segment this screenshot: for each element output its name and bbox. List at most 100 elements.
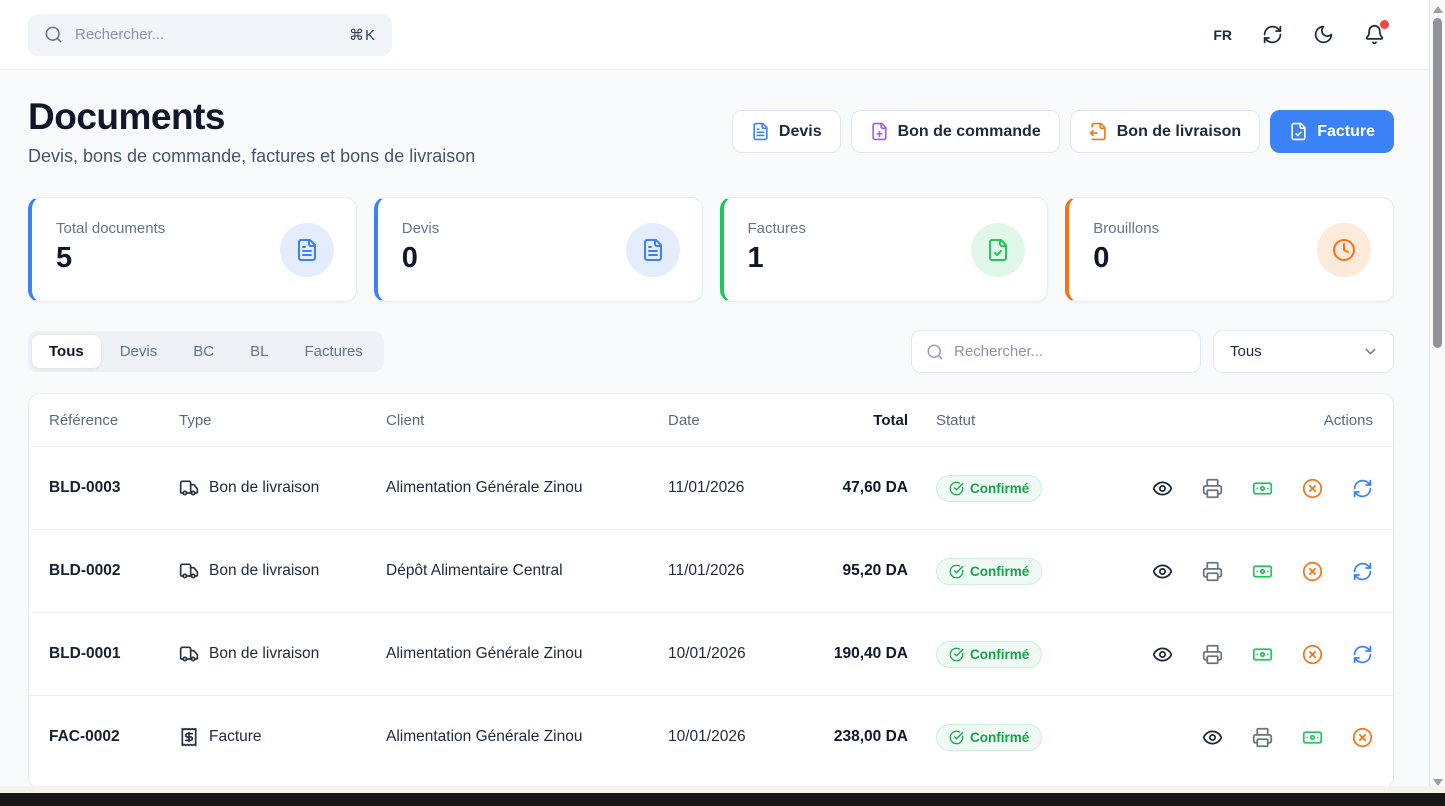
document-type-label: Facture: [209, 728, 262, 746]
col-date: Date: [668, 412, 783, 429]
tab-tous[interactable]: Tous: [32, 335, 101, 368]
print-printer-icon[interactable]: [1202, 478, 1223, 499]
facture-button-label: Facture: [1317, 123, 1375, 141]
bon-de-commande-button-label: Bon de commande: [898, 123, 1041, 141]
document-reference: BLD-0002: [49, 562, 179, 580]
documents-table: Référence Type Client Date Total Statut …: [28, 393, 1394, 789]
tab-factures[interactable]: Factures: [287, 335, 379, 368]
document-reference: BLD-0003: [49, 479, 179, 497]
payment-banknote-icon[interactable]: [1252, 478, 1273, 499]
col-client: Client: [386, 412, 668, 429]
circle-check-icon: [949, 481, 964, 496]
global-search[interactable]: ⌘K: [28, 14, 392, 56]
convert-refresh-icon[interactable]: [1352, 561, 1373, 582]
table-row: BLD-0001 Bon de livraison Alimentation G…: [29, 612, 1393, 695]
cancel-circle-x-icon[interactable]: [1302, 561, 1323, 582]
payment-banknote-icon[interactable]: [1252, 644, 1273, 665]
page-content: Documents Devis, bons de commande, factu…: [0, 70, 1445, 789]
page-title: Documents: [28, 96, 475, 138]
table-row: FAC-0002 Facture Alimentation Générale Z…: [29, 695, 1393, 778]
search-icon: [44, 25, 63, 44]
document-total: 190,40 DA: [783, 645, 908, 663]
payment-banknote-icon[interactable]: [1252, 561, 1273, 582]
document-type-label: Bon de livraison: [209, 562, 319, 580]
status-badge: Confirmé: [936, 724, 1042, 751]
status-filter-select[interactable]: Tous: [1213, 330, 1394, 373]
file-check-icon: [971, 223, 1025, 277]
print-printer-icon[interactable]: [1252, 727, 1273, 748]
table-row: BLD-0003 Bon de livraison Alimentation G…: [29, 446, 1393, 529]
shortcut-hint: ⌘K: [349, 26, 376, 44]
bon-de-livraison-button[interactable]: Bon de livraison: [1070, 110, 1260, 153]
document-total: 238,00 DA: [783, 728, 908, 746]
view-eye-icon[interactable]: [1202, 727, 1223, 748]
view-eye-icon[interactable]: [1152, 561, 1173, 582]
language-switcher[interactable]: FR: [1213, 27, 1232, 43]
bon-de-commande-button[interactable]: Bon de commande: [851, 110, 1060, 153]
notification-dot: [1380, 20, 1389, 29]
file-text-icon: [280, 223, 334, 277]
devis-button[interactable]: Devis: [732, 110, 841, 153]
file-plus-icon: [870, 122, 889, 141]
table-search-input[interactable]: [954, 343, 1186, 360]
document-total: 47,60 DA: [783, 479, 908, 497]
topbar: ⌘K FR: [0, 0, 1445, 70]
header-actions: Devis Bon de commande Bon de livraison F…: [732, 110, 1394, 153]
tab-bc[interactable]: BC: [176, 335, 231, 368]
table-header-row: Référence Type Client Date Total Statut …: [29, 394, 1393, 446]
status-badge-label: Confirmé: [970, 481, 1029, 496]
document-date: 11/01/2026: [668, 562, 783, 580]
col-type: Type: [179, 412, 386, 429]
view-eye-icon[interactable]: [1152, 478, 1173, 499]
stat-card-brouillons: Brouillons 0: [1065, 197, 1394, 302]
document-type-label: Bon de livraison: [209, 645, 319, 663]
document-date: 11/01/2026: [668, 479, 783, 497]
document-reference: BLD-0001: [49, 645, 179, 663]
scrollbar-up-arrow-icon[interactable]: [1433, 6, 1443, 13]
circle-check-icon: [949, 730, 964, 745]
bottom-strip: [0, 786, 1445, 793]
global-search-input[interactable]: [75, 26, 337, 43]
cancel-circle-x-icon[interactable]: [1302, 644, 1323, 665]
file-text-icon: [626, 223, 680, 277]
cancel-circle-x-icon[interactable]: [1302, 478, 1323, 499]
clock-icon: [1317, 223, 1371, 277]
client-name: Alimentation Générale Zinou: [386, 728, 668, 746]
devis-button-label: Devis: [779, 123, 822, 141]
refresh-icon[interactable]: [1262, 24, 1283, 45]
convert-refresh-icon[interactable]: [1352, 644, 1373, 665]
chevron-down-icon: [1362, 343, 1379, 360]
view-eye-icon[interactable]: [1152, 644, 1173, 665]
file-output-icon: [1089, 122, 1108, 141]
scrollbar-down-arrow-icon[interactable]: [1433, 779, 1443, 786]
notifications-bell-icon[interactable]: [1364, 24, 1385, 45]
print-printer-icon[interactable]: [1202, 561, 1223, 582]
truck-icon: [179, 478, 199, 498]
tab-bl[interactable]: BL: [233, 335, 285, 368]
stat-card-devis: Devis 0: [374, 197, 703, 302]
circle-check-icon: [949, 647, 964, 662]
table-search[interactable]: [911, 330, 1201, 373]
scrollbar[interactable]: [1429, 0, 1445, 792]
bottom-bar: [0, 793, 1445, 806]
tab-devis[interactable]: Devis: [103, 335, 175, 368]
truck-icon: [179, 644, 199, 664]
stat-cards: Total documents 5 Devis 0 Factures 1 Bro…: [28, 197, 1394, 302]
truck-icon: [179, 561, 199, 581]
print-printer-icon[interactable]: [1202, 644, 1223, 665]
facture-button[interactable]: Facture: [1270, 110, 1394, 153]
cancel-circle-x-icon[interactable]: [1352, 727, 1373, 748]
col-statut: Statut: [908, 412, 1128, 429]
convert-refresh-icon[interactable]: [1352, 478, 1373, 499]
document-date: 10/01/2026: [668, 728, 783, 746]
col-actions: Actions: [1128, 412, 1373, 429]
col-total: Total: [783, 412, 908, 429]
status-badge: Confirmé: [936, 558, 1042, 585]
status-badge-label: Confirmé: [970, 647, 1029, 662]
scrollbar-thumb[interactable]: [1433, 18, 1442, 348]
payment-banknote-icon[interactable]: [1302, 727, 1323, 748]
status-badge: Confirmé: [936, 475, 1042, 502]
document-total: 95,20 DA: [783, 562, 908, 580]
dark-mode-toggle-moon-icon[interactable]: [1313, 24, 1334, 45]
page-title-block: Documents Devis, bons de commande, factu…: [28, 96, 475, 167]
